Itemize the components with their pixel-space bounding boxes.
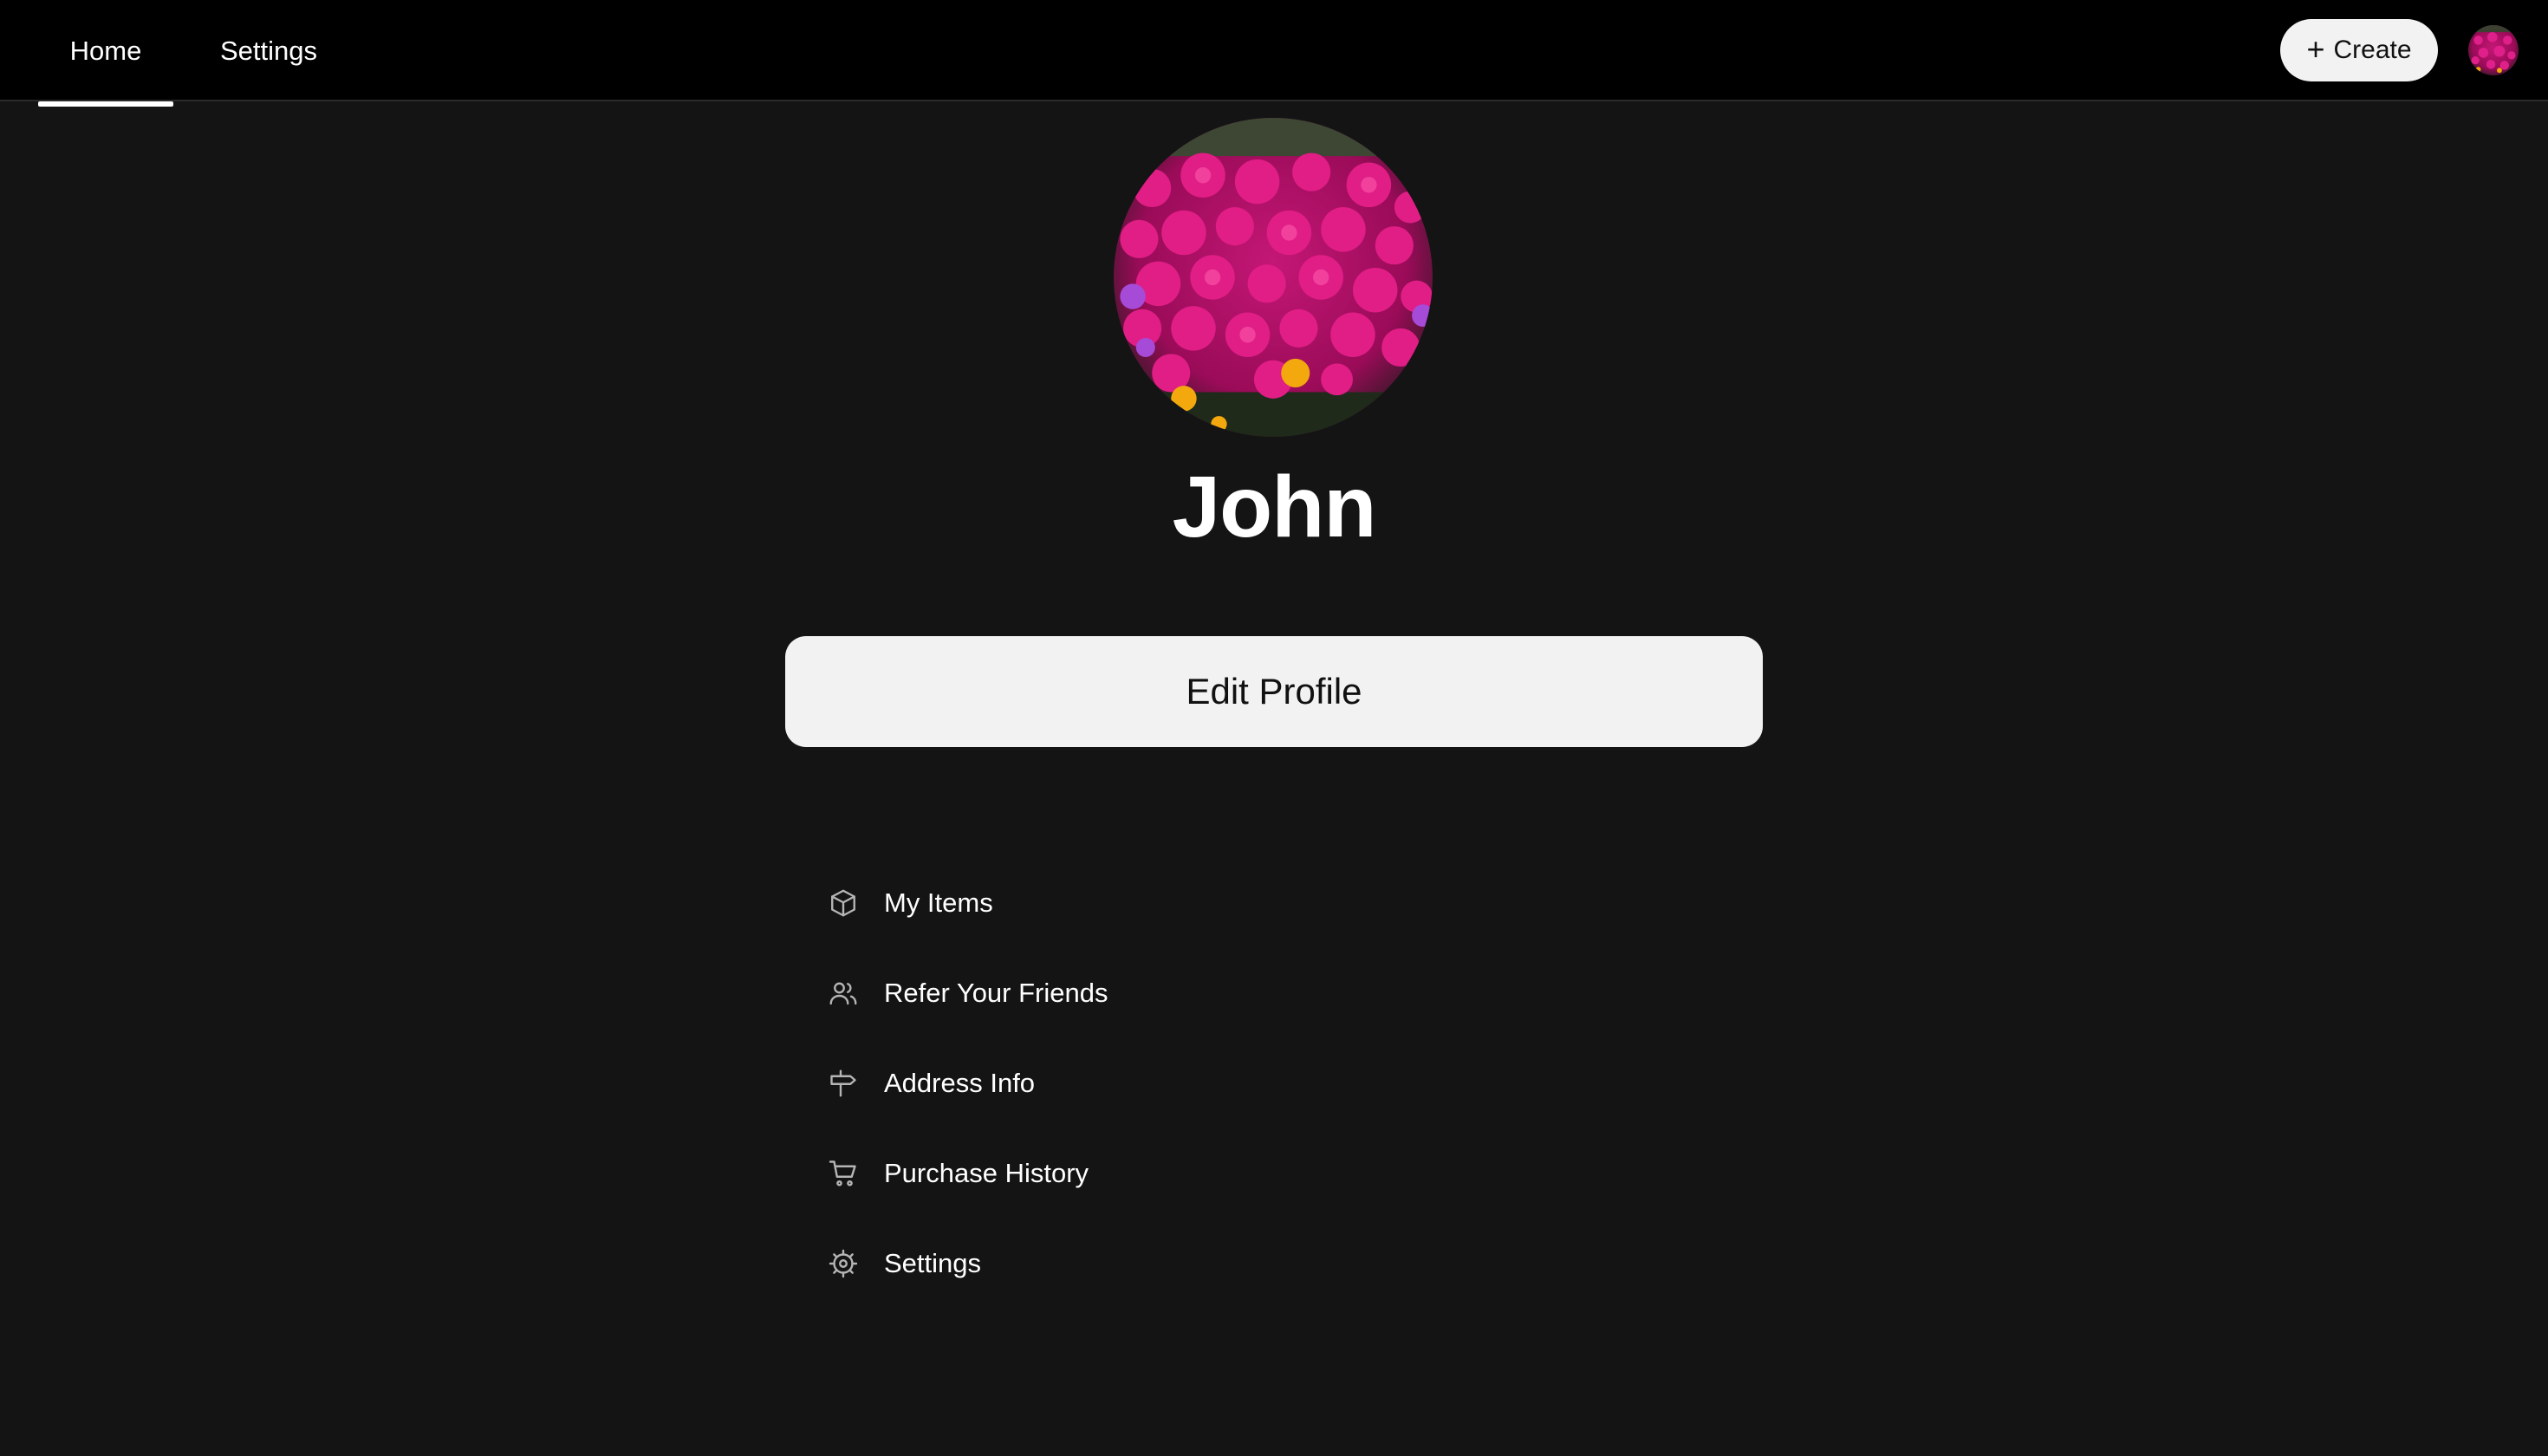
box-icon: [820, 880, 867, 926]
menu-item-label: Address Info: [884, 1068, 1036, 1098]
edit-profile-button[interactable]: Edit Profile: [785, 636, 1763, 747]
flower-photo-avatar: [1114, 118, 1433, 437]
menu-item-label: My Items: [884, 887, 993, 918]
profile-avatar: [1114, 118, 1433, 437]
profile-name: John: [1172, 458, 1377, 556]
plus-icon: +: [2306, 30, 2325, 67]
create-button[interactable]: + Create: [2280, 19, 2438, 81]
menu-item-purchase-history[interactable]: Purchase History: [820, 1142, 1444, 1205]
menu-item-my-items[interactable]: My Items: [820, 872, 1444, 934]
menu-item-settings[interactable]: Settings: [820, 1232, 1444, 1295]
menu-item-refer-friends[interactable]: Refer Your Friends: [820, 962, 1444, 1024]
menu-item-label: Purchase History: [884, 1158, 1089, 1188]
menu-item-address-info[interactable]: Address Info: [820, 1052, 1444, 1115]
create-button-label: Create: [2333, 36, 2412, 64]
tab-home[interactable]: Home: [38, 0, 173, 107]
tab-settings[interactable]: Settings: [196, 0, 341, 101]
menu-item-label: Settings: [884, 1248, 982, 1278]
signpost-icon: [820, 1060, 867, 1107]
users-icon: [820, 970, 867, 1017]
menu-item-label: Refer Your Friends: [884, 978, 1108, 1008]
cart-icon: [820, 1150, 867, 1197]
user-avatar-menu[interactable]: [2468, 25, 2519, 75]
flower-photo-avatar: [2468, 25, 2519, 75]
gear-icon: [820, 1240, 867, 1287]
top-navigation-bar: Home Settings + Create: [0, 0, 2548, 107]
